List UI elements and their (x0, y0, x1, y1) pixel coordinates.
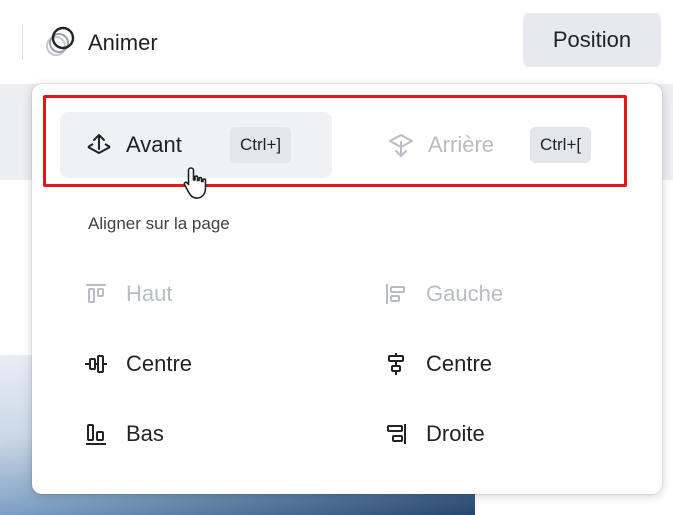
animate-rings-icon (44, 24, 78, 63)
hand-cursor-icon (183, 167, 207, 199)
toolbar-divider (22, 24, 23, 60)
align-bottom-label: Bas (126, 421, 164, 446)
align-right-button[interactable]: Droite (384, 414, 485, 454)
align-middle-label: Centre (126, 351, 193, 376)
align-top-icon (84, 282, 108, 306)
align-center-label: Centre (426, 351, 493, 376)
align-left-button[interactable]: Gauche (384, 274, 503, 314)
align-section-title: Aligner sur la page (88, 214, 230, 233)
align-right-label: Droite (426, 421, 485, 446)
animate-button[interactable]: Animer (44, 22, 158, 64)
align-middle-button[interactable]: Centre (84, 344, 192, 384)
align-right-icon (384, 422, 408, 446)
align-bottom-icon (84, 422, 108, 446)
position-menu: Avant Ctrl+] Arrière Ctrl+[ Aligner sur … (32, 84, 662, 494)
top-toolbar: Animer Position (0, 0, 673, 84)
animate-label: Animer (88, 30, 158, 55)
highlight-box (43, 95, 627, 187)
align-top-label: Haut (126, 281, 173, 306)
align-middle-icon (84, 352, 108, 376)
align-left-icon (384, 282, 408, 306)
align-left-label: Gauche (426, 281, 504, 306)
position-button[interactable]: Position (523, 13, 661, 67)
align-center-button[interactable]: Centre (384, 344, 492, 384)
align-top-button[interactable]: Haut (84, 274, 172, 314)
align-bottom-button[interactable]: Bas (84, 414, 164, 454)
align-center-icon (384, 352, 408, 376)
